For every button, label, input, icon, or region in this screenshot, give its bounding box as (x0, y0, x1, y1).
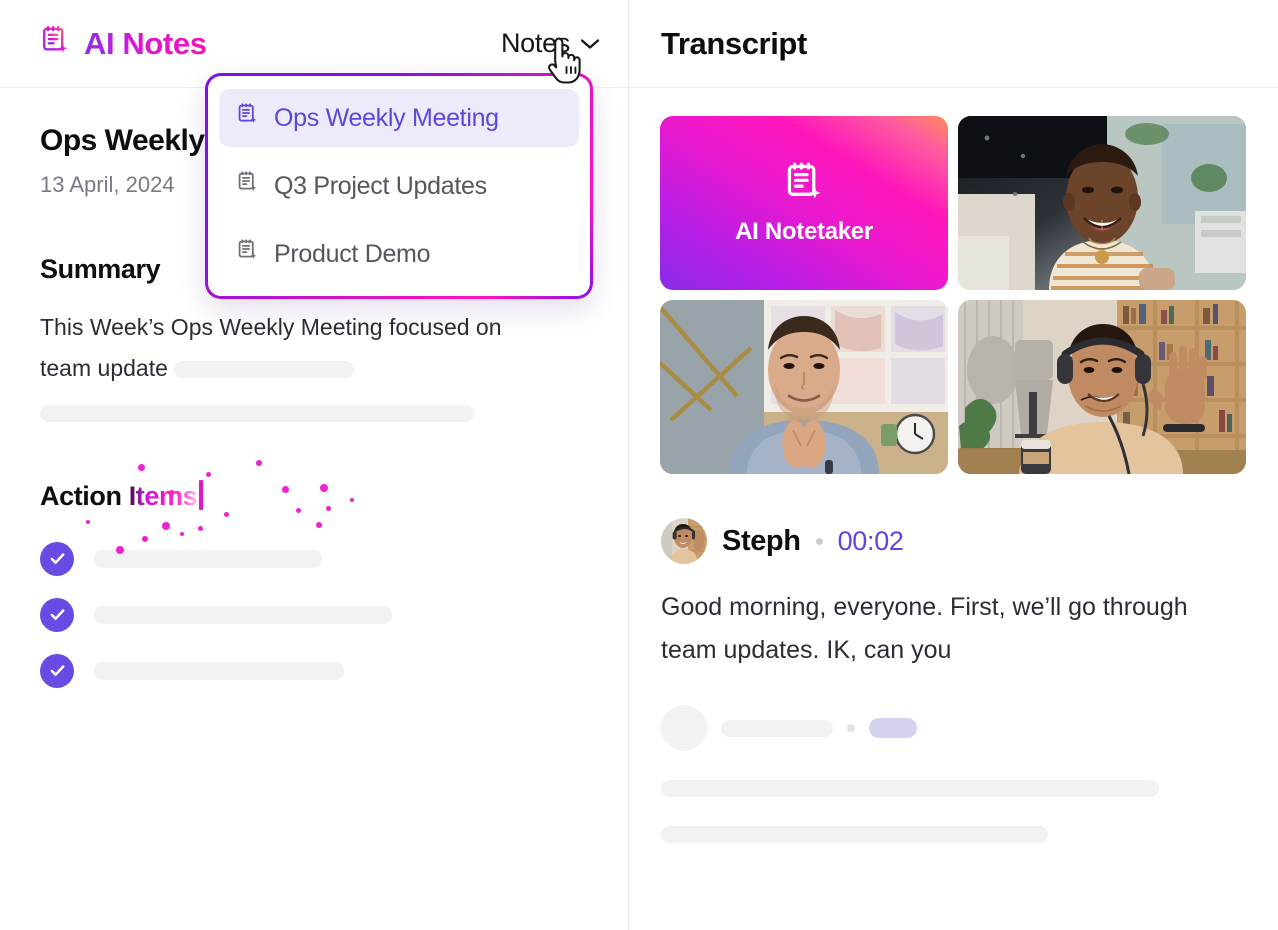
action-items-heading-typed: Action (40, 480, 129, 511)
ai-notepad-icon (781, 160, 827, 206)
mouse-cursor-icon (543, 36, 585, 93)
notes-panel: AI Notes Notes Ops Weekly Meeting 13 Apr… (0, 0, 629, 930)
tile-participant-man-headphones[interactable] (958, 300, 1246, 474)
speaker-name-skeleton (721, 719, 833, 737)
transcript-skeleton-speaker-row (661, 705, 1246, 751)
action-items-heading: Action Items (40, 479, 204, 512)
transcript-panel: Transcript AI Notetaker Steph 00:02 Good… (629, 0, 1278, 930)
tile-participant-woman-office[interactable] (958, 116, 1246, 290)
separator-dot (815, 537, 823, 545)
separator-dot-skeleton (847, 724, 855, 732)
action-items-list (40, 541, 590, 688)
transcript-speaker-row: Steph 00:02 (661, 518, 1246, 564)
note-sparkle-icon (235, 102, 260, 134)
text-caret (199, 479, 204, 510)
ai-notes-app: AI Notes Notes Ops Weekly Meeting 13 Apr… (0, 0, 1278, 930)
dropdown-item-label: Q3 Project Updates (274, 171, 487, 200)
transcript-text: Good morning, everyone. First, we’ll go … (661, 593, 1188, 664)
video-tile-grid: AI Notetaker (660, 116, 1246, 474)
avatar (661, 518, 707, 564)
action-item-row[interactable] (40, 597, 590, 632)
action-item-row[interactable] (40, 541, 590, 576)
tile-participant-man-blue-shirt[interactable] (660, 300, 948, 474)
action-item-skeleton (94, 605, 392, 624)
check-circle-icon[interactable] (40, 653, 74, 688)
dropdown-item-label: Ops Weekly Meeting (274, 103, 499, 132)
notes-dropdown-menu: Ops Weekly Meeting Q3 Project Updates Pr… (205, 73, 593, 299)
tile-ai-notetaker-label: AI Notetaker (735, 218, 873, 245)
avatar-skeleton (661, 705, 707, 751)
app-title: AI Notes (84, 25, 207, 61)
tile-ai-notetaker[interactable]: AI Notetaker (660, 116, 948, 290)
dropdown-item-product-demo[interactable]: Product Demo (219, 225, 579, 283)
action-items-heading-generating: Items (128, 480, 198, 511)
summary-text: This Week’s Ops Weekly Meeting focused o… (40, 307, 510, 389)
note-sparkle-icon (235, 238, 260, 270)
dropdown-item-q3-project-updates[interactable]: Q3 Project Updates (219, 157, 579, 215)
action-items-heading-wrap: Action Items (40, 459, 354, 554)
transcript-skeleton-line (661, 780, 1159, 797)
dropdown-item-ops-weekly-meeting[interactable]: Ops Weekly Meeting (219, 89, 579, 147)
transcript-title: Transcript (661, 25, 807, 61)
transcript-skeleton-line (661, 826, 1048, 843)
note-sparkle-icon (235, 170, 260, 202)
summary-skeleton-inline (173, 361, 354, 379)
ai-notepad-icon (38, 24, 72, 63)
summary-skeleton-line (40, 404, 474, 422)
check-circle-icon[interactable] (40, 597, 74, 632)
transcript-timestamp[interactable]: 00:02 (838, 526, 904, 557)
dropdown-item-label: Product Demo (274, 239, 431, 268)
transcript-panel-header: Transcript (629, 0, 1278, 88)
action-item-row[interactable] (40, 653, 590, 688)
action-item-skeleton (94, 549, 322, 568)
check-circle-icon[interactable] (40, 541, 74, 576)
brand: AI Notes (38, 24, 207, 63)
speaker-name: Steph (722, 524, 801, 557)
transcript-skeleton-body (661, 780, 1246, 843)
action-item-skeleton (94, 661, 344, 680)
timestamp-skeleton (869, 718, 917, 738)
